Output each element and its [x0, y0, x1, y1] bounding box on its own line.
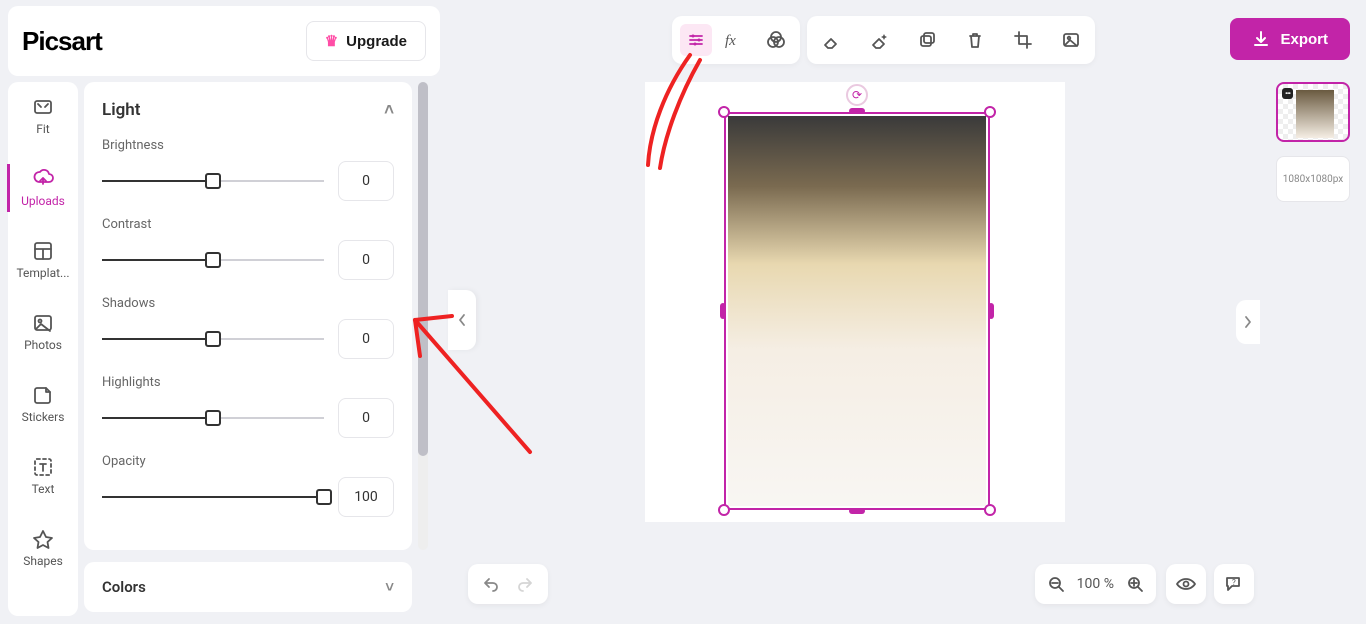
selection-handle-tl[interactable]: [718, 106, 730, 118]
adjust-icon[interactable]: [680, 24, 712, 56]
edit-tools-group: [807, 16, 1095, 64]
export-label: Export: [1280, 31, 1328, 48]
crown-icon: ♛: [325, 32, 338, 50]
light-heading: Light: [102, 100, 140, 120]
contrast-label: Contrast: [102, 217, 394, 232]
fit-icon: [32, 96, 54, 118]
nav-templates[interactable]: Templat...: [8, 236, 78, 284]
image-icon[interactable]: [1055, 24, 1087, 56]
trash-icon[interactable]: [959, 24, 991, 56]
zoom-out-icon[interactable]: [1047, 575, 1065, 593]
uploads-icon: [32, 168, 54, 190]
history-bar: [468, 564, 548, 604]
fx-icon[interactable]: fx: [720, 24, 752, 56]
selection-handle-tr[interactable]: [984, 106, 996, 118]
shadows-label: Shadows: [102, 296, 394, 311]
photos-icon: [32, 312, 54, 334]
opacity-value[interactable]: 100: [338, 477, 394, 517]
brightness-value[interactable]: 0: [338, 161, 394, 201]
chevron-up-icon[interactable]: ˄: [384, 100, 394, 120]
nav-rail: Fit Uploads Templat... Photos Stickers T…: [8, 82, 78, 616]
svg-text:?: ?: [1232, 578, 1236, 587]
canvas-size-label: 1080x1080px: [1283, 174, 1343, 185]
crop-icon[interactable]: [1007, 24, 1039, 56]
panel-scrollbar[interactable]: [418, 82, 428, 550]
preview-toggle[interactable]: [1166, 564, 1206, 604]
nav-uploads[interactable]: Uploads: [7, 164, 77, 212]
selection-frame: [724, 112, 990, 510]
zoom-in-icon[interactable]: [1126, 575, 1144, 593]
selection-handle-bl[interactable]: [718, 504, 730, 516]
nav-text[interactable]: Text: [8, 452, 78, 500]
image-tools-group: fx: [672, 16, 800, 64]
nav-stickers[interactable]: Stickers: [8, 380, 78, 428]
colors-section-toggle[interactable]: Colors ˅: [84, 562, 412, 612]
zoom-bar: 100 %: [1035, 564, 1156, 604]
selection-edge-left[interactable]: [720, 303, 726, 319]
nav-shapes[interactable]: Shapes: [8, 524, 78, 572]
shapes-icon: [32, 528, 54, 550]
brightness-slider[interactable]: [102, 173, 324, 189]
text-icon: [32, 456, 54, 478]
undo-icon[interactable]: [482, 576, 500, 592]
selection-edge-bottom[interactable]: [849, 508, 865, 514]
stickers-icon: [32, 384, 54, 406]
selection-edge-top[interactable]: [849, 108, 865, 114]
opacity-slider[interactable]: [102, 489, 324, 505]
opacity-label: Opacity: [102, 454, 394, 469]
export-button[interactable]: Export: [1230, 18, 1350, 60]
redo-icon[interactable]: [516, 576, 534, 592]
contrast-slider[interactable]: [102, 252, 324, 268]
eraser-icon[interactable]: [815, 24, 847, 56]
shadows-value[interactable]: 0: [338, 319, 394, 359]
selection-handle-br[interactable]: [984, 504, 996, 516]
layer-options-icon[interactable]: •••: [1282, 88, 1293, 99]
selection-edge-right[interactable]: [988, 303, 994, 319]
templates-icon: [32, 240, 54, 262]
highlights-slider[interactable]: [102, 410, 324, 426]
rotate-handle[interactable]: ⟳: [846, 84, 868, 106]
panel-collapse-handle[interactable]: [448, 290, 476, 350]
duplicate-icon[interactable]: [911, 24, 943, 56]
shadows-slider[interactable]: [102, 331, 324, 347]
highlights-label: Highlights: [102, 375, 394, 390]
nav-photos[interactable]: Photos: [8, 308, 78, 356]
brand-logo: Picsart: [22, 26, 102, 57]
svg-text:fx: fx: [725, 33, 736, 49]
chevron-down-icon: ˅: [385, 578, 394, 596]
nav-fit[interactable]: Fit: [8, 92, 78, 140]
layer-thumbnail-active[interactable]: •••: [1276, 82, 1350, 142]
blend-icon[interactable]: [760, 24, 792, 56]
contrast-value[interactable]: 0: [338, 240, 394, 280]
brightness-label: Brightness: [102, 138, 394, 153]
light-panel: Light ˄ Brightness 0 Contrast 0 Shadows: [84, 82, 412, 550]
right-panel-expand[interactable]: [1236, 300, 1260, 344]
zoom-level: 100 %: [1077, 576, 1114, 592]
help-chat-button[interactable]: ?: [1214, 564, 1254, 604]
colors-heading: Colors: [102, 578, 146, 596]
canvas-size-tile[interactable]: 1080x1080px: [1276, 156, 1350, 202]
upgrade-button[interactable]: ♛ Upgrade: [306, 21, 426, 61]
highlights-value[interactable]: 0: [338, 398, 394, 438]
upgrade-label: Upgrade: [346, 33, 407, 50]
auto-eraser-icon[interactable]: [863, 24, 895, 56]
